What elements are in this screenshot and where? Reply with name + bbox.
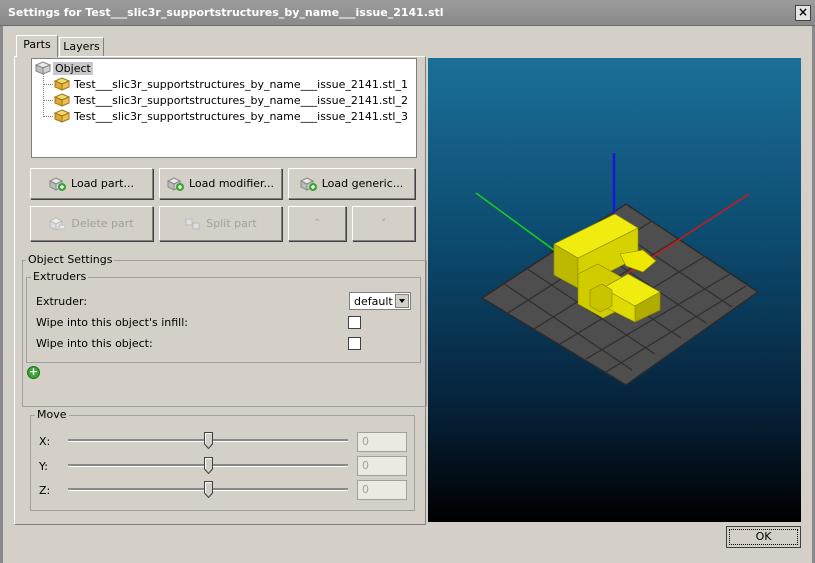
tree-connector <box>43 116 53 117</box>
tree-item-part[interactable]: Test___slic3r_supportstructures_by_name_… <box>54 109 410 123</box>
part-cube-icon <box>54 93 70 107</box>
tree-connector <box>43 100 53 101</box>
split-part-label: Split part <box>206 217 257 230</box>
wipe-infill-label: Wipe into this object's infill: <box>36 316 188 329</box>
wipe-object-checkbox[interactable] <box>348 337 361 350</box>
add-modifier-icon <box>166 176 184 191</box>
object-settings-title: Object Settings <box>26 253 115 266</box>
move-y-slider-thumb[interactable] <box>204 457 213 474</box>
move-z-label: Z: <box>39 484 51 497</box>
tree-item-label: Test___slic3r_supportstructures_by_name_… <box>74 109 408 123</box>
move-title: Move <box>35 408 69 421</box>
window-frame-left <box>0 26 3 563</box>
extruders-title: Extruders <box>31 270 89 283</box>
tab-layers[interactable]: Layers <box>59 37 104 56</box>
load-part-button[interactable]: Load part... <box>30 168 153 199</box>
load-part-label: Load part... <box>71 177 134 190</box>
load-modifier-button[interactable]: Load modifier... <box>159 168 282 199</box>
object-cube-icon <box>35 61 51 75</box>
tree-item-part[interactable]: Test___slic3r_supportstructures_by_name_… <box>54 93 410 107</box>
load-generic-button[interactable]: Load generic... <box>288 168 415 199</box>
delete-part-button[interactable]: Delete part <box>30 206 153 241</box>
window-title: Settings for Test___slic3r_supportstruct… <box>8 6 444 19</box>
move-up-button[interactable]: ˄ <box>288 206 346 241</box>
extruder-label: Extruder: <box>36 295 88 308</box>
move-x-slider-thumb[interactable] <box>204 432 213 449</box>
ok-button[interactable]: OK <box>726 526 801 548</box>
chevron-down-icon[interactable] <box>395 294 409 308</box>
delete-part-label: Delete part <box>71 217 134 230</box>
tree-item-label: Test___slic3r_supportstructures_by_name_… <box>74 93 408 107</box>
tree-connector <box>43 84 53 85</box>
title-bar[interactable]: Settings for Test___slic3r_supportstruct… <box>0 0 815 26</box>
add-setting-icon[interactable]: + <box>27 366 40 379</box>
split-part-button[interactable]: Split part <box>159 206 282 241</box>
add-generic-icon <box>299 176 317 191</box>
wipe-object-label: Wipe into this object: <box>36 337 153 350</box>
extruder-select-value: default <box>354 295 393 308</box>
move-down-button[interactable]: ˅ <box>352 206 415 241</box>
arrow-down-icon: ˅ <box>380 217 387 230</box>
tree-connector <box>43 73 44 117</box>
move-z-slider-thumb[interactable] <box>204 481 213 498</box>
close-button[interactable]: × <box>795 5 811 21</box>
load-modifier-label: Load modifier... <box>188 177 275 190</box>
delete-part-icon <box>49 216 67 231</box>
tree-item-label: Object <box>53 61 93 75</box>
arrow-up-icon: ˄ <box>314 217 320 230</box>
move-y-input[interactable]: 0 <box>357 456 407 476</box>
3d-preview-canvas[interactable] <box>428 58 801 522</box>
load-generic-label: Load generic... <box>321 177 404 190</box>
add-part-icon <box>49 176 67 191</box>
tab-parts[interactable]: Parts <box>16 35 58 57</box>
tree-item-object[interactable]: Object <box>35 61 93 75</box>
part-cube-icon <box>54 77 70 91</box>
move-y-label: Y: <box>39 460 48 473</box>
wipe-infill-checkbox[interactable] <box>348 316 361 329</box>
3d-scene <box>475 153 760 386</box>
move-z-input[interactable]: 0 <box>357 480 407 500</box>
part-cube-icon <box>54 109 70 123</box>
tree-item-part[interactable]: Test___slic3r_supportstructures_by_name_… <box>54 77 410 91</box>
extruder-select[interactable]: default <box>349 292 411 310</box>
axis-y-line <box>475 192 559 254</box>
move-x-input[interactable]: 0 <box>357 432 407 452</box>
tree-item-label: Test___slic3r_supportstructures_by_name_… <box>74 77 408 91</box>
move-x-label: X: <box>39 435 51 448</box>
split-icon <box>185 218 200 229</box>
